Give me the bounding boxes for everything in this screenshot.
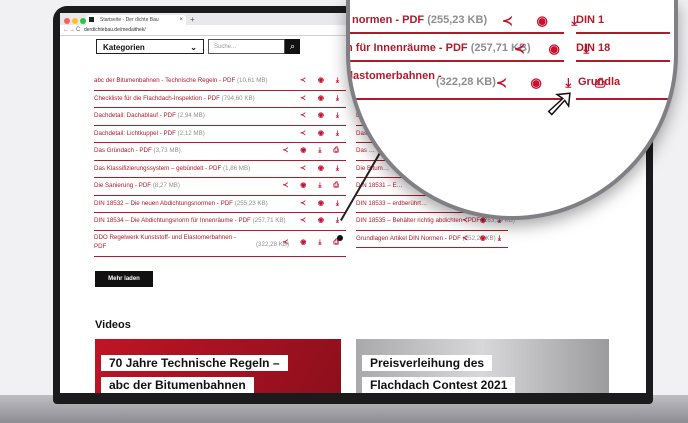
document-action-icons[interactable]: ≺ ◉ ⤓ ⎙ bbox=[282, 143, 344, 159]
zoom-row2-right-text: DIN 18 bbox=[576, 42, 611, 54]
category-select-label: Kategorien bbox=[103, 43, 145, 52]
zoom-row-3: lastomerbahnen - bbox=[350, 70, 442, 82]
document-link[interactable]: Grundlagen Artikel DIN Normen - PDF bbox=[356, 235, 461, 242]
zoom-row3-right-text: Grundla bbox=[578, 76, 621, 88]
document-action-icons[interactable]: ≺ ◉ ⤓ bbox=[300, 73, 344, 89]
video2-title-line2: Flachdach Contest 2021 bbox=[362, 377, 516, 393]
document-row: DIN 18532 – Die neuen Abdichtungsnormen … bbox=[94, 196, 346, 213]
document-row: Das Klassifizierungssystem – gebündelt -… bbox=[94, 161, 346, 178]
document-size: (3,73 MB) bbox=[153, 147, 181, 154]
document-link[interactable]: Die Sanierung - PDF bbox=[94, 182, 151, 189]
document-action-icons[interactable]: ≺ ◉ ⤓ bbox=[300, 126, 344, 142]
document-size: (257,71 KB) bbox=[252, 217, 286, 224]
document-size: (255,23 KB) bbox=[234, 199, 268, 207]
document-link[interactable]: DIN 18533 – erdberührt… bbox=[356, 200, 427, 207]
zoom-row3-size: (322,28 KB) bbox=[436, 76, 496, 88]
chevron-down-icon: ⌄ bbox=[190, 43, 197, 52]
zoom-divider-1 bbox=[350, 32, 564, 34]
document-size: (2,94 MB) bbox=[177, 112, 205, 119]
document-size: (794,60 KB) bbox=[221, 94, 255, 102]
document-action-icons[interactable]: ≺ ◉ ⤓ bbox=[300, 108, 344, 124]
document-link[interactable]: Das Klassifizierungssystem – gebündelt -… bbox=[94, 165, 221, 172]
document-size: (10,61 MB) bbox=[236, 77, 268, 84]
document-action-icons[interactable]: ≺ ◉ ⤓ ⎙ bbox=[282, 178, 344, 194]
zoom-divider-2b bbox=[576, 60, 670, 62]
zoom-row1-name: normen - PDF bbox=[352, 14, 425, 26]
document-row: Das Gründach - PDF (3,73 MB) ≺ ◉ ⤓ ⎙ bbox=[94, 143, 346, 161]
zoom-row-1: normen - PDF (255,23 KB) bbox=[352, 14, 487, 26]
browser-tab[interactable]: Startseite - Der dichte Bau × bbox=[86, 15, 186, 25]
zoom-divider-3b bbox=[576, 98, 670, 100]
zoom-divider-3 bbox=[350, 98, 564, 100]
document-link[interactable]: DIN 18534 – Die Abdichtungsnorm für Inne… bbox=[94, 217, 251, 224]
document-row: abc der Bitumenbahnen - Technische Regel… bbox=[94, 73, 346, 91]
video1-title-line2: abc der Bitumenbahnen bbox=[101, 377, 254, 393]
document-action-icons[interactable]: ≺ ◉ ⤓ bbox=[300, 213, 344, 229]
zoom-row1-right-text: DIN 1 bbox=[576, 14, 605, 26]
document-action-icons[interactable]: ≺ ◉ ⤓ bbox=[300, 196, 344, 212]
document-row: Die Sanierung - PDF (8,27 MB) ≺ ◉ ⤓ ⎙ bbox=[94, 178, 346, 196]
tab-title: Startseite - Der dichte Bau bbox=[100, 17, 159, 23]
zoom-divider-2 bbox=[350, 60, 564, 62]
document-action-icons[interactable]: ≺ ◉ ⤓ bbox=[300, 161, 344, 177]
document-size: (2,12 MB) bbox=[177, 129, 205, 137]
document-link[interactable]: abc der Bitumenbahnen - Technische Regel… bbox=[94, 77, 235, 84]
zoom-row3-size-wrap: (322,28 KB) bbox=[436, 76, 496, 88]
video-thumbnail-2[interactable]: Preisverleihung des Flachdach Contest 20… bbox=[356, 339, 609, 393]
reload-icon[interactable]: C bbox=[76, 25, 80, 35]
zoom-row1-size: (255,23 KB) bbox=[427, 14, 488, 26]
category-select[interactable]: Kategorien ⌄ bbox=[96, 39, 204, 54]
video2-title-line1: Preisverleihung des bbox=[362, 355, 493, 371]
document-link[interactable]: Checkliste für die Flachdach-Inspektion … bbox=[94, 95, 220, 102]
load-more-button[interactable]: Mehr laden bbox=[95, 271, 153, 287]
video-thumbnail-1[interactable]: 70 Jahre Technische Regeln – abc der Bit… bbox=[95, 339, 341, 393]
zoom-row1-icons[interactable]: ≺ ◉ ⤓ bbox=[502, 13, 587, 29]
document-link[interactable]: DIN 18532 – Die neuen Abdichtungsnormen … bbox=[94, 200, 233, 207]
document-row: Dachdetail: Dachablauf - PDF (2,94 MB) ≺ … bbox=[94, 108, 346, 126]
minimize-window-dot[interactable] bbox=[72, 18, 78, 24]
document-link[interactable]: Das Gründach - PDF bbox=[94, 147, 152, 154]
favicon-icon bbox=[89, 17, 94, 22]
document-size: (1,86 MB) bbox=[222, 164, 251, 172]
zoom-row3-right: Grundla bbox=[578, 76, 620, 88]
document-action-icons[interactable]: ≺ ◉ ⤓ bbox=[300, 91, 344, 107]
new-tab-button[interactable]: + bbox=[190, 15, 195, 24]
mouse-cursor-icon: ➚ bbox=[543, 81, 576, 125]
tab-close-icon[interactable]: × bbox=[179, 15, 183, 25]
video1-title-line1: 70 Jahre Technische Regeln – bbox=[101, 355, 288, 371]
document-action-icons[interactable]: ≺ ◉ ⤓ ⎙ bbox=[282, 238, 344, 247]
document-size: (8,27 MB) bbox=[152, 182, 180, 189]
forward-icon[interactable]: → bbox=[69, 25, 75, 35]
zoom-divider-1b bbox=[576, 32, 670, 34]
search-input[interactable]: Suche... bbox=[208, 39, 285, 54]
document-link[interactable]: Das … bbox=[356, 147, 375, 154]
close-window-dot[interactable] bbox=[64, 18, 70, 24]
search-button[interactable]: ⌕ bbox=[285, 39, 300, 54]
document-row: DDO Regelwerk Kunststoff- und Elastomerb… bbox=[94, 231, 346, 257]
document-row: Checkliste für die Flachdach-Inspektion … bbox=[94, 91, 346, 108]
document-action-icons[interactable]: ≺ ◉ ⤓ bbox=[462, 231, 506, 247]
document-row: DIN 18534 – Die Abdichtungsnorm für Inne… bbox=[94, 213, 346, 231]
zoom-row1-right: DIN 1 bbox=[576, 14, 604, 26]
document-list-left: abc der Bitumenbahnen - Technische Regel… bbox=[94, 73, 346, 257]
zoom-row2-name: n für Innenräume - PDF bbox=[346, 42, 468, 54]
document-row: Dachdetail: Lichtkuppel - PDF (2,12 MB) ≺… bbox=[94, 126, 346, 143]
zoom-row2-right: DIN 18 bbox=[576, 42, 610, 54]
magnifier-pin-dot bbox=[337, 235, 343, 241]
document-row: Grundlagen Artikel DIN Normen - PDF (252… bbox=[356, 231, 508, 248]
zoom-row3-name: lastomerbahnen - bbox=[350, 70, 442, 82]
document-link[interactable]: Dachdetail: Dachablauf - PDF bbox=[94, 112, 176, 119]
videos-heading: Videos bbox=[95, 319, 131, 331]
zoom-row-2: n für Innenräume - PDF (257,71 KB) bbox=[346, 42, 531, 54]
document-link[interactable]: Dachdetail: Lichtkuppel - PDF bbox=[94, 130, 176, 137]
